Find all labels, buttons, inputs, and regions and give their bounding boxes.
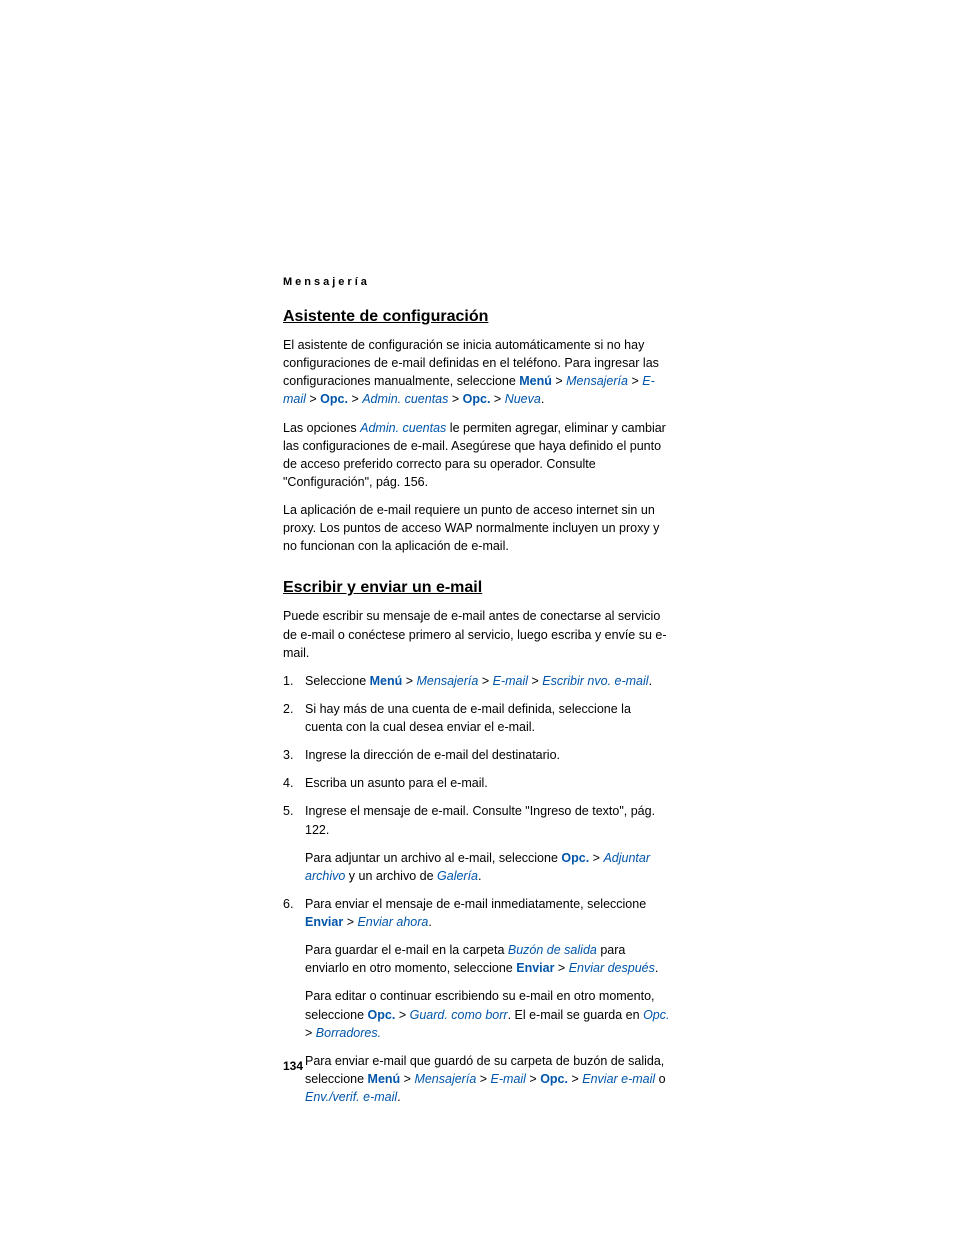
menu-link: Mensajería bbox=[414, 1072, 476, 1086]
section-heading-write: Escribir y enviar un e-mail bbox=[283, 579, 671, 597]
separator: > bbox=[526, 1072, 540, 1086]
menu-link: Admin. cuentas bbox=[360, 421, 446, 435]
separator: > bbox=[490, 392, 504, 406]
list-item: Seleccione Menú > Mensajería > E-mail > … bbox=[283, 672, 671, 690]
para-config-3: La aplicación de e-mail requiere un punt… bbox=[283, 501, 671, 555]
separator: > bbox=[552, 374, 566, 388]
text: Para guardar el e-mail en la carpeta bbox=[305, 943, 508, 957]
menu-link: Menú bbox=[368, 1072, 401, 1086]
text: . bbox=[655, 961, 658, 975]
list-item: Si hay más de una cuenta de e-mail defin… bbox=[283, 700, 671, 736]
sub-paragraph: Para editar o continuar escribiendo su e… bbox=[305, 987, 671, 1041]
list-item: Ingrese el mensaje de e-mail. Consulte "… bbox=[283, 802, 671, 885]
menu-link: Nueva bbox=[505, 392, 541, 406]
menu-link: Escribir nvo. e-mail bbox=[542, 674, 648, 688]
separator: > bbox=[478, 674, 492, 688]
menu-link: Enviar e-mail bbox=[582, 1072, 655, 1086]
menu-link: Env./verif. e-mail bbox=[305, 1090, 397, 1104]
text: Para adjuntar un archivo al e-mail, sele… bbox=[305, 851, 561, 865]
text: . bbox=[478, 869, 481, 883]
separator: > bbox=[402, 674, 416, 688]
menu-link: Opc. bbox=[320, 392, 348, 406]
menu-link: Guard. como borr bbox=[410, 1008, 508, 1022]
menu-link: Borradores. bbox=[316, 1026, 381, 1040]
text: Seleccione bbox=[305, 674, 370, 688]
text: . bbox=[649, 674, 652, 688]
menu-link: Buzón de salida bbox=[508, 943, 597, 957]
text: Las opciones bbox=[283, 421, 360, 435]
text: . bbox=[541, 392, 544, 406]
menu-link: Opc. bbox=[368, 1008, 396, 1022]
separator: > bbox=[568, 1072, 582, 1086]
separator: > bbox=[400, 1072, 414, 1086]
separator: > bbox=[528, 674, 542, 688]
section-heading-config: Asistente de configuración bbox=[283, 308, 671, 326]
menu-link: Enviar después bbox=[569, 961, 655, 975]
separator: > bbox=[448, 392, 462, 406]
page-header-label: Mensajería bbox=[283, 276, 671, 288]
separator: > bbox=[348, 392, 362, 406]
separator: > bbox=[306, 392, 320, 406]
menu-link: Opc. bbox=[540, 1072, 568, 1086]
text: y un archivo de bbox=[345, 869, 437, 883]
separator: > bbox=[589, 851, 603, 865]
para-config-2: Las opciones Admin. cuentas le permiten … bbox=[283, 419, 671, 492]
menu-link: Menú bbox=[519, 374, 552, 388]
menu-link: Enviar bbox=[516, 961, 554, 975]
menu-link: E-mail bbox=[493, 674, 528, 688]
menu-link: E-mail bbox=[491, 1072, 526, 1086]
separator: > bbox=[628, 374, 642, 388]
text: o bbox=[655, 1072, 665, 1086]
text: . bbox=[428, 915, 431, 929]
page-number: 134 bbox=[283, 1059, 303, 1073]
instruction-list: Seleccione Menú > Mensajería > E-mail > … bbox=[283, 672, 671, 1106]
menu-link: Galería bbox=[437, 869, 478, 883]
sub-paragraph: Para guardar el e-mail en la carpeta Buz… bbox=[305, 941, 671, 977]
sub-paragraph: Para enviar e-mail que guardó de su carp… bbox=[305, 1052, 671, 1106]
list-item: Escriba un asunto para el e-mail. bbox=[283, 774, 671, 792]
text: Ingrese el mensaje de e-mail. Consulte "… bbox=[305, 804, 655, 836]
menu-link: Mensajería bbox=[566, 374, 628, 388]
menu-link: Enviar bbox=[305, 915, 343, 929]
text: . bbox=[397, 1090, 400, 1104]
menu-link: Mensajería bbox=[417, 674, 479, 688]
menu-link: Menú bbox=[370, 674, 403, 688]
list-item: Ingrese la dirección de e-mail del desti… bbox=[283, 746, 671, 764]
separator: > bbox=[554, 961, 568, 975]
text: Para enviar el mensaje de e-mail inmedia… bbox=[305, 897, 646, 911]
menu-link: Opc. bbox=[463, 392, 491, 406]
para-config-1: El asistente de configuración se inicia … bbox=[283, 336, 671, 409]
separator: > bbox=[305, 1026, 316, 1040]
list-item: Para enviar el mensaje de e-mail inmedia… bbox=[283, 895, 671, 1106]
menu-link: Enviar ahora bbox=[357, 915, 428, 929]
menu-link: Admin. cuentas bbox=[362, 392, 448, 406]
sub-paragraph: Para adjuntar un archivo al e-mail, sele… bbox=[305, 849, 671, 885]
text: . El e-mail se guarda en bbox=[508, 1008, 644, 1022]
separator: > bbox=[476, 1072, 490, 1086]
menu-link: Opc. bbox=[643, 1008, 669, 1022]
separator: > bbox=[343, 915, 357, 929]
para-write-intro: Puede escribir su mensaje de e-mail ante… bbox=[283, 607, 671, 661]
menu-link: Opc. bbox=[561, 851, 589, 865]
separator: > bbox=[395, 1008, 409, 1022]
